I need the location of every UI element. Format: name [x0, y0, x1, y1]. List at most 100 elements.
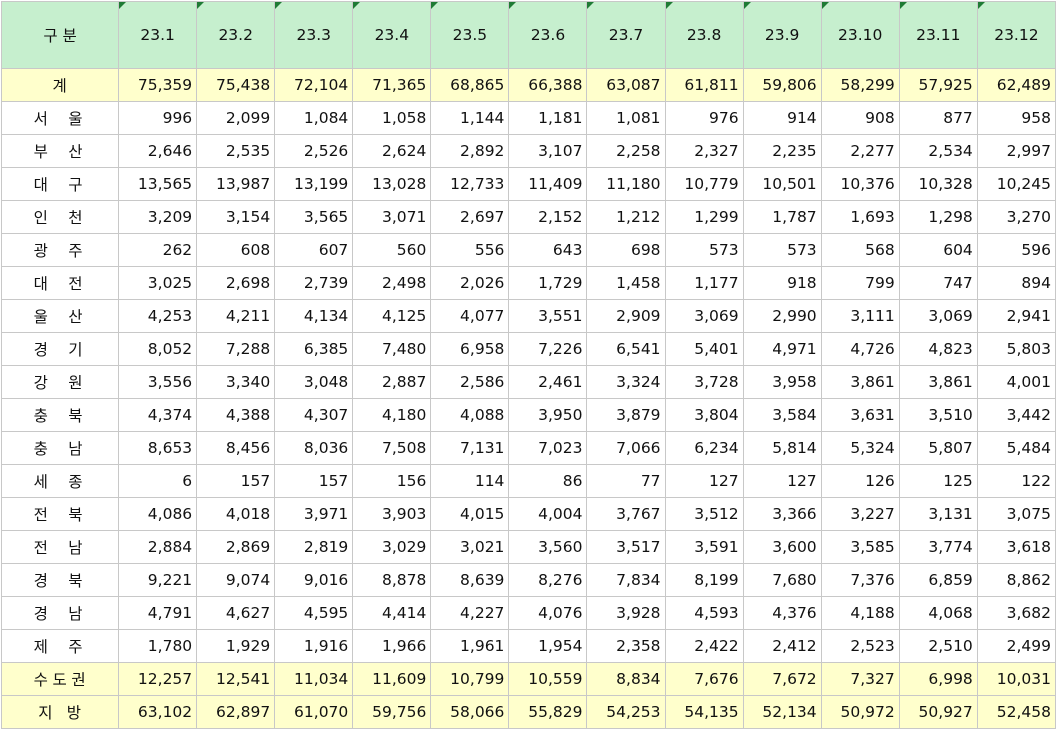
table-cell: 2,884	[118, 530, 198, 564]
table-cell: 2,099	[196, 101, 276, 135]
table-cell: 3,774	[898, 530, 978, 564]
table-cell: 59,806	[742, 68, 822, 102]
table-cell: 126	[820, 464, 900, 498]
row-label: 울 산	[0, 299, 120, 333]
table-cell: 72,104	[274, 68, 354, 102]
table-cell: 2,526	[274, 134, 354, 168]
table-cell: 568	[820, 233, 900, 267]
row-label: 서 울	[0, 101, 120, 135]
table-cell: 4,227	[430, 596, 510, 630]
table-cell: 918	[742, 266, 822, 300]
table-cell: 7,508	[352, 431, 432, 465]
month-header: 23.4	[352, 1, 432, 69]
table-cell: 1,177	[664, 266, 744, 300]
table-cell: 4,077	[430, 299, 510, 333]
table-cell: 10,501	[742, 167, 822, 201]
table-cell: 66,388	[508, 68, 588, 102]
table-cell: 3,591	[664, 530, 744, 564]
table-row: 경 북 9,221 9,074 9,016 8,878 8,639 8,276 7,834 8,…	[0, 563, 1057, 597]
table-cell: 3,131	[898, 497, 978, 531]
table-cell: 2,422	[664, 629, 744, 663]
table-cell: 4,593	[664, 596, 744, 630]
table-cell: 10,559	[508, 662, 588, 696]
row-label: 광 주	[0, 233, 120, 267]
table-cell: 3,069	[898, 299, 978, 333]
table-cell: 1,299	[664, 200, 744, 234]
month-header: 23.12	[976, 1, 1057, 69]
table-row: 강 원 3,556 3,340 3,048 2,887 2,586 2,461 3,324 3,…	[0, 365, 1057, 399]
table-cell: 996	[118, 101, 198, 135]
table-cell: 8,639	[430, 563, 510, 597]
table-cell: 2,534	[898, 134, 978, 168]
table-row: 충 북 4,374 4,388 4,307 4,180 4,088 3,950 3,879 3,…	[0, 398, 1057, 432]
table-cell: 604	[898, 233, 978, 267]
table-cell: 6,234	[664, 431, 744, 465]
table-cell: 596	[976, 233, 1057, 267]
table-cell: 3,111	[820, 299, 900, 333]
table-cell: 2,152	[508, 200, 588, 234]
table-cell: 958	[976, 101, 1057, 135]
table-cell: 3,928	[586, 596, 666, 630]
row-label: 인 천	[0, 200, 120, 234]
table-cell: 4,088	[430, 398, 510, 432]
table-cell: 573	[664, 233, 744, 267]
table-cell: 8,199	[664, 563, 744, 597]
row-label: 경 북	[0, 563, 120, 597]
table-cell: 58,299	[820, 68, 900, 102]
month-header: 23.11	[898, 1, 978, 69]
table-cell: 4,134	[274, 299, 354, 333]
table-cell: 7,226	[508, 332, 588, 366]
table-cell: 50,972	[820, 695, 900, 729]
table-cell: 156	[352, 464, 432, 498]
row-label: 대 전	[0, 266, 120, 300]
table-cell: 4,188	[820, 596, 900, 630]
table-cell: 4,125	[352, 299, 432, 333]
table-cell: 2,624	[352, 134, 432, 168]
table-cell: 2,510	[898, 629, 978, 663]
table-cell: 75,438	[196, 68, 276, 102]
table-cell: 3,107	[508, 134, 588, 168]
table-cell: 8,276	[508, 563, 588, 597]
table-cell: 13,199	[274, 167, 354, 201]
table-cell: 8,878	[352, 563, 432, 597]
table-cell: 3,517	[586, 530, 666, 564]
table-cell: 3,270	[976, 200, 1057, 234]
row-label: 강 원	[0, 365, 120, 399]
table-cell: 1,181	[508, 101, 588, 135]
table-cell: 52,458	[976, 695, 1057, 729]
table-cell: 1,729	[508, 266, 588, 300]
table-cell: 4,076	[508, 596, 588, 630]
table-cell: 1,081	[586, 101, 666, 135]
table-cell: 4,253	[118, 299, 198, 333]
table-cell: 58,066	[430, 695, 510, 729]
table-cell: 1,780	[118, 629, 198, 663]
table-cell: 7,672	[742, 662, 822, 696]
table-cell: 4,001	[976, 365, 1057, 399]
table-cell: 55,829	[508, 695, 588, 729]
summary-row: 지 방 63,102 62,897 61,070 59,756 58,066 55,829 5…	[0, 695, 1057, 729]
table-cell: 7,288	[196, 332, 276, 366]
month-header: 23.6	[508, 1, 588, 69]
table-cell: 3,154	[196, 200, 276, 234]
table-cell: 2,941	[976, 299, 1057, 333]
table-body: 계 75,359 75,438 72,104 71,365 68,865 66,388 63,…	[0, 68, 1057, 729]
table-cell: 607	[274, 233, 354, 267]
table-row: 부 산 2,646 2,535 2,526 2,624 2,892 3,107 2,258 2,…	[0, 134, 1057, 168]
summary-row: 수도권 12,257 12,541 11,034 11,609 10,799 10,559 8…	[0, 662, 1057, 696]
table-row: 서 울 996 2,099 1,084 1,058 1,144 1,181 1,081 976 9…	[0, 101, 1057, 135]
table-cell: 8,834	[586, 662, 666, 696]
table-cell: 6,541	[586, 332, 666, 366]
month-header: 23.3	[274, 1, 354, 69]
table-cell: 4,726	[820, 332, 900, 366]
month-header: 23.5	[430, 1, 510, 69]
table-cell: 877	[898, 101, 978, 135]
month-header: 23.1	[118, 1, 198, 69]
table-cell: 3,025	[118, 266, 198, 300]
table-cell: 2,997	[976, 134, 1057, 168]
table-cell: 3,075	[976, 497, 1057, 531]
table-cell: 7,680	[742, 563, 822, 597]
table-cell: 799	[820, 266, 900, 300]
table-cell: 3,324	[586, 365, 666, 399]
table-cell: 908	[820, 101, 900, 135]
table-cell: 8,653	[118, 431, 198, 465]
